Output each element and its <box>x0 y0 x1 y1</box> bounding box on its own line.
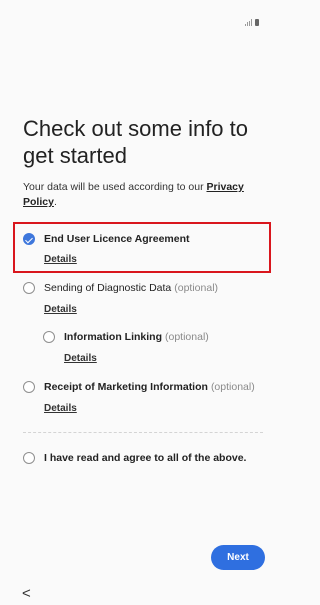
diagnostic-data-label: Sending of Diagnostic Data (optional) <box>44 282 218 294</box>
diagnostic-data-radio[interactable] <box>23 282 35 294</box>
status-bar <box>245 19 259 26</box>
diagnostic-data-optional: (optional) <box>174 282 219 294</box>
marketing-info-title: Receipt of Marketing Information <box>44 381 208 393</box>
agree-all-radio[interactable] <box>23 452 35 464</box>
eula-label: End User Licence Agreement <box>44 233 190 245</box>
divider <box>23 432 263 433</box>
eula-details-link[interactable]: Details <box>44 254 77 265</box>
page-title: Check out some info to get started <box>23 116 249 168</box>
information-linking-optional: (optional) <box>165 331 209 343</box>
highlight-box <box>13 222 271 273</box>
agree-all-label: I have read and agree to all of the abov… <box>44 452 247 464</box>
battery-icon <box>255 19 259 26</box>
diagnostic-data-option[interactable]: Sending of Diagnostic Data (optional) <box>23 282 218 294</box>
information-linking-title: Information Linking <box>64 331 162 343</box>
diagnostic-data-details-link[interactable]: Details <box>44 304 77 315</box>
setup-screen: Check out some info to get started Your … <box>0 0 273 605</box>
signal-icon <box>245 19 252 26</box>
marketing-info-label: Receipt of Marketing Information (optiona… <box>44 381 255 393</box>
marketing-info-option[interactable]: Receipt of Marketing Information (optiona… <box>23 381 255 393</box>
marketing-info-optional: (optional) <box>210 381 255 393</box>
policy-intro: Your data will be used according to our <box>23 181 207 193</box>
information-linking-details-link[interactable]: Details <box>64 353 97 364</box>
policy-text: Your data will be used according to our … <box>23 180 263 210</box>
information-linking-label: Information Linking (optional) <box>64 331 209 343</box>
check-icon[interactable] <box>23 233 35 245</box>
information-linking-radio[interactable] <box>43 331 55 343</box>
agree-all-option[interactable]: I have read and agree to all of the abov… <box>23 452 246 464</box>
next-button[interactable]: Next <box>211 545 265 570</box>
information-linking-option[interactable]: Information Linking (optional) <box>43 331 209 343</box>
eula-option[interactable]: End User Licence Agreement <box>23 233 190 245</box>
policy-period: . <box>53 196 57 208</box>
marketing-info-details-link[interactable]: Details <box>44 403 77 414</box>
back-chevron-icon[interactable]: < <box>22 585 31 602</box>
marketing-info-radio[interactable] <box>23 381 35 393</box>
diagnostic-data-title: Sending of Diagnostic Data <box>44 282 172 294</box>
